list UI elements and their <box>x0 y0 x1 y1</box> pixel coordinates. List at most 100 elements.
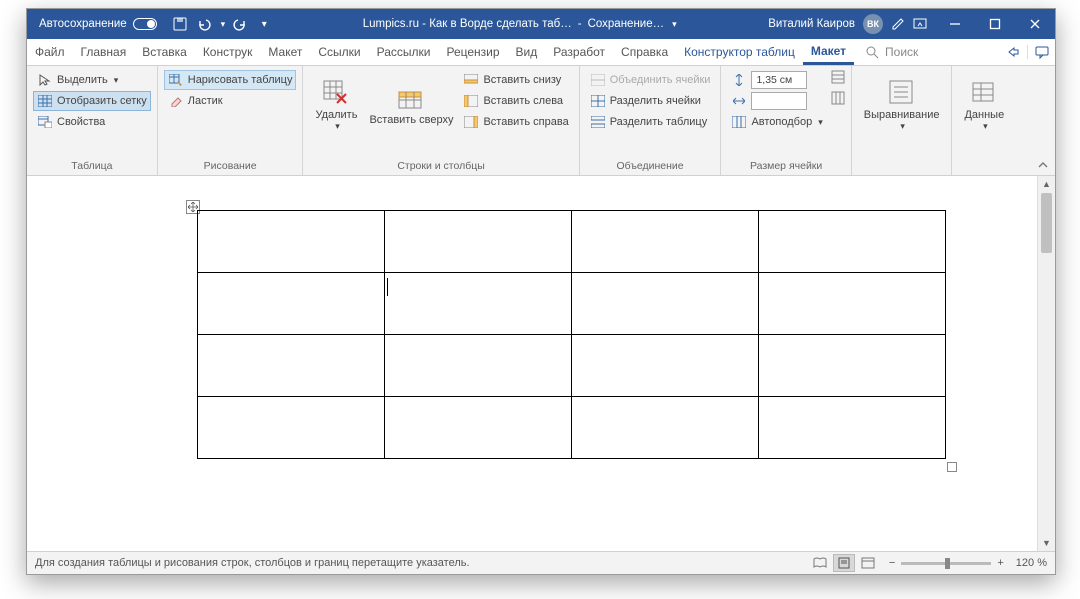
scroll-down-icon[interactable]: ▼ <box>1038 535 1055 551</box>
avatar[interactable]: ВК <box>863 14 883 34</box>
group-cell-size: 1,35 см Автоподбор▾ Размер ячейк <box>721 66 851 175</box>
menu-right <box>999 39 1055 65</box>
document-table[interactable] <box>197 210 946 459</box>
properties-icon <box>37 114 53 130</box>
group-merge: Объединить ячейки Разделить ячейки Разде… <box>580 66 722 175</box>
grid-icon <box>37 93 53 109</box>
status-hint: Для создания таблицы и рисования строк, … <box>35 557 809 569</box>
chevron-down-icon[interactable]: ▾ <box>221 19 226 30</box>
share-button[interactable] <box>999 45 1027 59</box>
collapse-ribbon-icon[interactable] <box>1037 159 1049 171</box>
tab-table-design[interactable]: Конструктор таблиц <box>676 39 803 65</box>
merge-cells-button[interactable]: Объединить ячейки <box>586 70 715 90</box>
document-title: Lumpics.ru - Как в Ворде сделать таб… - … <box>279 18 760 30</box>
alignment-button[interactable]: Выравнивание▾ <box>858 70 946 140</box>
eraser-icon <box>168 93 184 109</box>
split-cells-icon <box>590 93 606 109</box>
alignment-icon <box>888 79 916 107</box>
maximize-button[interactable] <box>975 9 1015 39</box>
close-button[interactable] <box>1015 9 1055 39</box>
ribbon-display-icon[interactable] <box>913 17 927 31</box>
zoom-control: − + 120 % <box>889 557 1047 569</box>
tab-table-layout[interactable]: Макет <box>803 39 854 65</box>
chevron-down-icon[interactable]: ▾ <box>672 19 677 30</box>
autofit-button[interactable]: Автоподбор▾ <box>727 112 826 132</box>
scroll-up-icon[interactable]: ▲ <box>1038 176 1055 192</box>
document-area: ▲ ▼ <box>27 176 1055 551</box>
scroll-thumb[interactable] <box>1041 193 1052 253</box>
window-controls <box>935 9 1055 39</box>
user-name: Виталий Каиров <box>768 18 855 30</box>
select-button[interactable]: Выделить▾ <box>33 70 151 90</box>
autosave-label: Автосохранение <box>39 18 127 30</box>
row-height-field[interactable]: 1,35 см <box>727 70 826 90</box>
insert-above-button[interactable]: Вставить сверху <box>363 70 459 140</box>
tab-references[interactable]: Ссылки <box>310 39 368 65</box>
col-width-field[interactable] <box>727 91 826 111</box>
tab-mailings[interactable]: Рассылки <box>369 39 439 65</box>
draw-table-icon <box>168 72 184 88</box>
group-draw: Нарисовать таблицу Ластик Рисование <box>158 66 304 175</box>
merge-icon <box>590 72 606 88</box>
distribute-cols-icon[interactable] <box>831 91 845 111</box>
tab-help[interactable]: Справка <box>613 39 676 65</box>
delete-button[interactable]: Удалить▾ <box>309 70 363 140</box>
insert-right-button[interactable]: Вставить справа <box>459 112 572 132</box>
comments-button[interactable] <box>1027 45 1055 59</box>
insert-above-icon <box>397 84 425 112</box>
split-table-button[interactable]: Разделить таблицу <box>586 112 715 132</box>
minimize-button[interactable] <box>935 9 975 39</box>
data-button[interactable]: Данные▾ <box>958 70 1010 140</box>
view-buttons <box>809 554 879 572</box>
zoom-slider[interactable] <box>901 562 991 565</box>
eraser-button[interactable]: Ластик <box>164 91 297 111</box>
tab-file[interactable]: Файл <box>27 39 73 65</box>
tab-home[interactable]: Главная <box>73 39 135 65</box>
zoom-out-button[interactable]: − <box>889 557 895 569</box>
col-width-icon <box>731 93 747 109</box>
group-rows-columns: Удалить▾ Вставить сверху Вставить снизу … <box>303 66 579 175</box>
save-icon[interactable] <box>171 15 189 33</box>
tab-design[interactable]: Конструк <box>195 39 261 65</box>
tab-layout[interactable]: Макет <box>260 39 310 65</box>
zoom-in-button[interactable]: + <box>997 557 1003 569</box>
redo-icon[interactable] <box>231 15 249 33</box>
data-icon <box>970 79 998 107</box>
search-icon <box>866 46 879 59</box>
tab-view[interactable]: Вид <box>508 39 546 65</box>
insert-left-button[interactable]: Вставить слева <box>459 91 572 111</box>
pen-icon[interactable] <box>891 17 905 31</box>
delete-icon <box>322 79 350 107</box>
search-box[interactable]: Поиск <box>854 39 999 65</box>
title-bar: Автосохранение ▾ ▾ Lumpics.ru - Как в Во… <box>27 9 1055 39</box>
split-table-icon <box>590 114 606 130</box>
web-layout-button[interactable] <box>857 554 879 572</box>
undo-icon[interactable] <box>195 15 213 33</box>
row-height-icon <box>731 72 747 88</box>
read-mode-button[interactable] <box>809 554 831 572</box>
table-resize-handle[interactable] <box>947 462 957 472</box>
insert-left-icon <box>463 93 479 109</box>
distribute-rows-icon[interactable] <box>831 70 845 90</box>
group-alignment: Выравнивание▾ <box>852 66 953 175</box>
tab-developer[interactable]: Разработ <box>545 39 613 65</box>
view-gridlines-button[interactable]: Отобразить сетку <box>33 91 151 111</box>
tab-review[interactable]: Рецензир <box>438 39 507 65</box>
word-window: Автосохранение ▾ ▾ Lumpics.ru - Как в Во… <box>26 8 1056 575</box>
print-layout-button[interactable] <box>833 554 855 572</box>
split-cells-button[interactable]: Разделить ячейки <box>586 91 715 111</box>
autofit-icon <box>731 114 747 130</box>
draw-table-button[interactable]: Нарисовать таблицу <box>164 70 297 90</box>
autosave-toggle[interactable]: Автосохранение <box>27 18 165 30</box>
ribbon: Выделить▾ Отобразить сетку Свойства Табл… <box>27 66 1055 176</box>
properties-button[interactable]: Свойства <box>33 112 151 132</box>
page[interactable] <box>27 176 1037 551</box>
text-cursor <box>387 278 388 296</box>
qat-customize-icon[interactable]: ▾ <box>255 15 273 33</box>
vertical-scrollbar[interactable]: ▲ ▼ <box>1037 176 1055 551</box>
insert-below-button[interactable]: Вставить снизу <box>459 70 572 90</box>
insert-below-icon <box>463 72 479 88</box>
ribbon-tabs: Файл Главная Вставка Конструк Макет Ссыл… <box>27 39 1055 66</box>
zoom-level[interactable]: 120 % <box>1016 557 1047 569</box>
tab-insert[interactable]: Вставка <box>134 39 195 65</box>
